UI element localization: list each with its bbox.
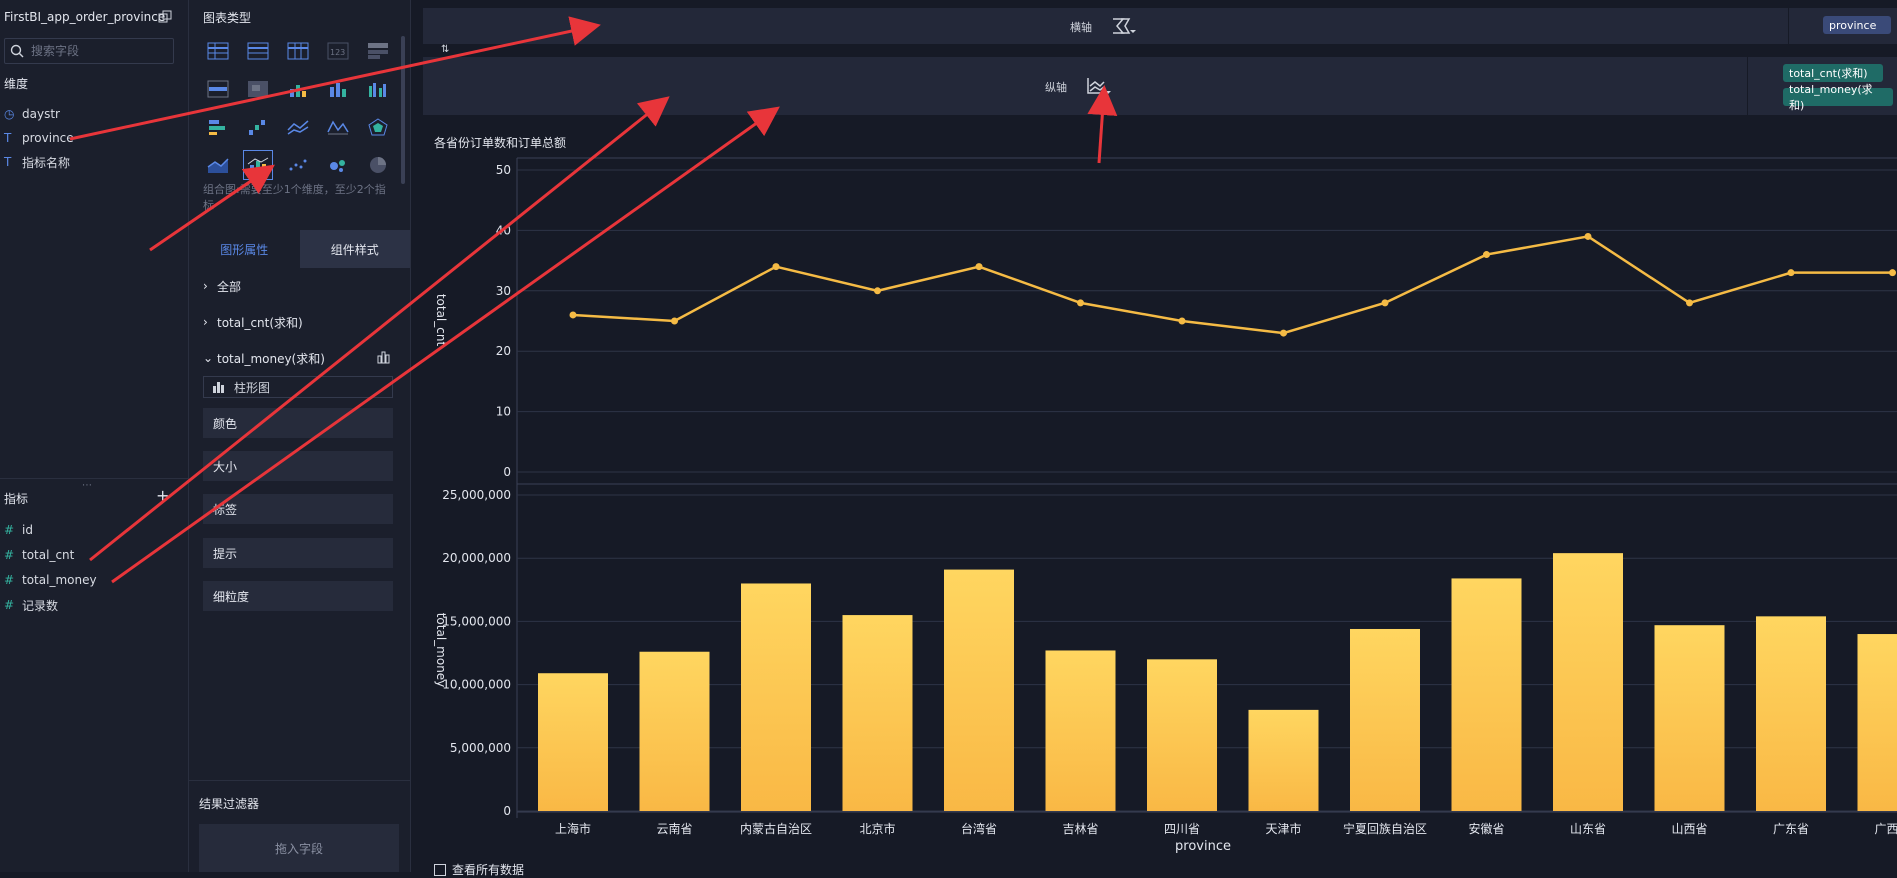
annotation-arrow — [1099, 91, 1104, 163]
annotation-arrow — [150, 168, 270, 250]
annotation-arrow — [70, 26, 595, 139]
annotation-arrows — [0, 0, 1897, 872]
annotation-arrow — [112, 110, 775, 582]
annotation-arrow — [90, 100, 665, 560]
